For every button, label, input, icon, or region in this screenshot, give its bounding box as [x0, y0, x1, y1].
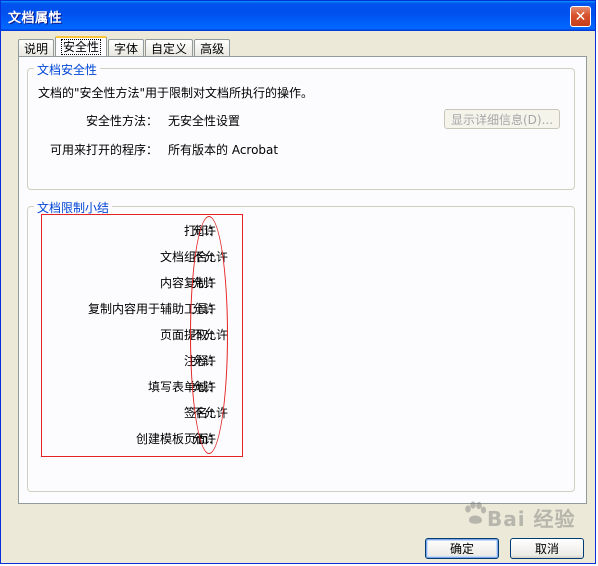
cancel-button[interactable]: 取消 [510, 538, 584, 559]
ok-button[interactable]: 确定 [425, 538, 499, 559]
show-details-button[interactable]: 显示详细信息(D)... [444, 109, 560, 129]
security-method-value: 无安全性设置 [168, 114, 241, 128]
close-icon: ✕ [574, 8, 587, 25]
paw-icon [465, 501, 487, 524]
annotation-ellipse [190, 216, 228, 454]
baidu-watermark: Bai 经验 [463, 501, 581, 531]
title-bar: 文档属性 ✕ [1, 1, 595, 31]
openable-by-label: 可用来打开的程序： [50, 143, 159, 157]
close-button[interactable]: ✕ [570, 6, 591, 27]
document-properties-window: 文档属性 ✕ 说明 安全性 字体 自定义 高级 文档安全性 文档的"安全性方法"… [0, 0, 596, 564]
tab-description[interactable]: 说明 [18, 39, 55, 57]
tab-strip: 说明 安全性 字体 自定义 高级 [18, 36, 231, 57]
window-title: 文档属性 [8, 11, 63, 26]
tab-description-label: 说明 [24, 42, 49, 56]
watermark-text: Bai 经验 [487, 507, 576, 531]
tab-fonts-label: 字体 [114, 42, 139, 56]
document-security-legend: 文档安全性 [34, 61, 101, 78]
tab-custom[interactable]: 自定义 [145, 39, 194, 57]
cancel-button-label: 取消 [534, 542, 559, 556]
tab-security-label: 安全性 [61, 39, 102, 55]
tab-fonts[interactable]: 字体 [108, 39, 145, 57]
tab-advanced-label: 高级 [200, 42, 225, 56]
security-method-label: 安全性方法： [86, 114, 159, 128]
tab-security[interactable]: 安全性 [55, 36, 108, 57]
tab-advanced[interactable]: 高级 [194, 39, 231, 57]
openable-by-value: 所有版本的 Acrobat [168, 143, 279, 157]
show-details-label: 显示详细信息(D)... [450, 112, 554, 127]
tab-custom-label: 自定义 [151, 42, 188, 56]
ok-button-label: 确定 [449, 542, 474, 556]
document-security-group: 文档安全性 文档的"安全性方法"用于限制对文档所执行的操作。 安全性方法： 无安… [27, 61, 575, 190]
security-description: 文档的"安全性方法"用于限制对文档所执行的操作。 [38, 86, 314, 100]
